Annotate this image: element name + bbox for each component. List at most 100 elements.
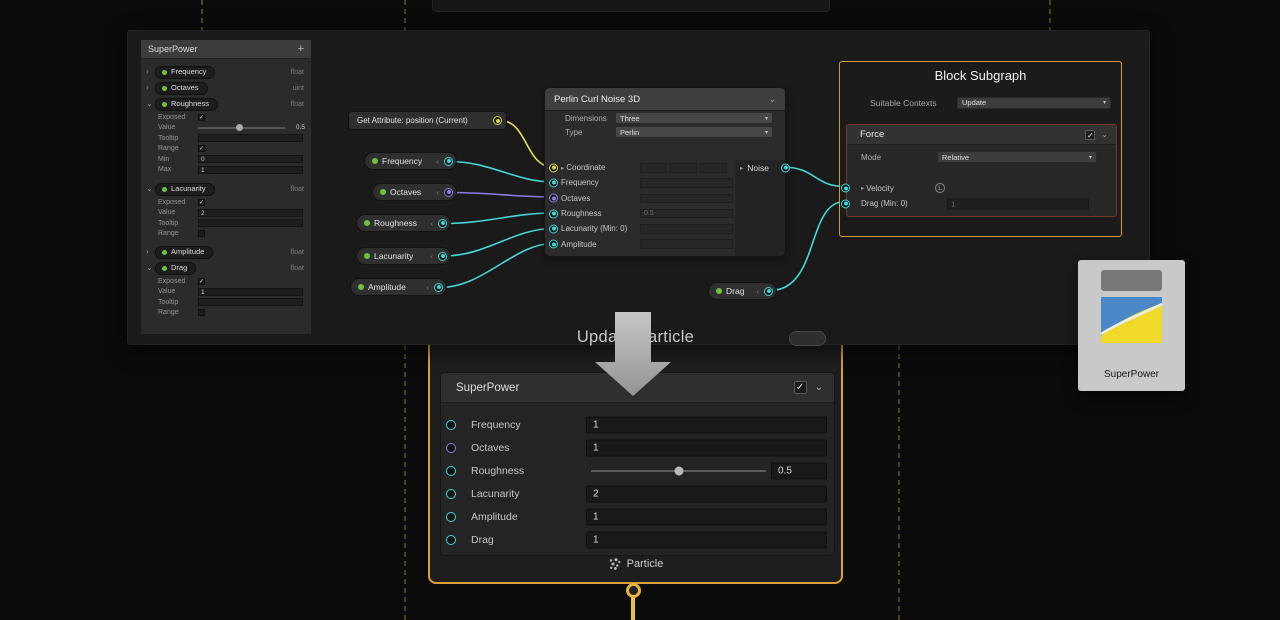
noise-output-port[interactable] <box>781 163 790 172</box>
param-node-octaves[interactable]: Octaves <box>372 183 457 201</box>
coordinate-z-field[interactable] <box>700 163 727 173</box>
amplitude-port[interactable] <box>446 512 456 522</box>
property-row-drag[interactable]: Drag float <box>141 260 311 276</box>
range-checkbox[interactable] <box>198 230 205 237</box>
collapse-arrow-icon[interactable] <box>146 100 155 108</box>
suitable-contexts-dropdown[interactable]: Update <box>957 97 1111 109</box>
exposed-checkbox[interactable] <box>198 199 205 206</box>
collapse-icon[interactable] <box>426 283 429 292</box>
collapse-icon[interactable] <box>430 252 433 261</box>
property-pill[interactable]: Drag <box>155 262 196 275</box>
octaves-port[interactable] <box>446 443 456 453</box>
lacunarity-port[interactable] <box>549 224 558 233</box>
param-node-lacunarity[interactable]: Lacunarity <box>356 247 451 265</box>
add-property-button[interactable]: + <box>298 43 304 55</box>
context-flow-port[interactable] <box>626 583 641 598</box>
property-row-frequency[interactable]: Frequency float <box>141 64 311 80</box>
drag-port[interactable] <box>841 199 850 208</box>
position-output-port[interactable] <box>493 116 502 125</box>
param-node-roughness[interactable]: Roughness <box>356 214 451 232</box>
velocity-port[interactable] <box>841 184 850 193</box>
min-field[interactable]: 0 <box>198 155 303 163</box>
frequency-field[interactable] <box>640 178 733 188</box>
subgraph-asset-thumbnail[interactable]: SuperPower <box>1078 260 1185 391</box>
property-pill[interactable]: Octaves <box>155 82 208 95</box>
roughness-port[interactable] <box>446 466 456 476</box>
force-block[interactable]: Force Mode Relative Velocity L Drag (Min… <box>846 124 1117 217</box>
superpower-block[interactable]: SuperPower Frequency 1 Octaves 1 Roughne <box>440 372 835 556</box>
block-subgraph-panel[interactable]: Block Subgraph Suitable Contexts Update … <box>839 61 1122 237</box>
output-port[interactable] <box>764 287 773 296</box>
tooltip-field[interactable] <box>198 134 303 142</box>
param-node-frequency[interactable]: Frequency <box>364 152 457 170</box>
coordinate-y-field[interactable] <box>670 163 697 173</box>
perlin-curl-noise-node[interactable]: Perlin Curl Noise 3D Dimensions Three Ty… <box>544 87 786 257</box>
expand-arrow-icon[interactable] <box>146 84 155 92</box>
force-enabled-checkbox[interactable] <box>1085 130 1095 140</box>
property-pill[interactable]: Lacunarity <box>155 183 215 196</box>
amplitude-port[interactable] <box>549 240 558 249</box>
mode-dropdown[interactable]: Relative <box>937 151 1097 163</box>
collapse-icon[interactable] <box>430 219 433 228</box>
max-field[interactable]: 1 <box>198 166 303 174</box>
value-field[interactable]: 1 <box>198 288 303 296</box>
block-enabled-checkbox[interactable] <box>794 381 807 394</box>
expand-arrow-icon[interactable] <box>146 68 155 76</box>
range-checkbox[interactable] <box>198 145 205 152</box>
coordinate-port[interactable] <box>549 163 558 172</box>
lacunarity-field[interactable] <box>640 224 733 234</box>
output-port[interactable] <box>444 157 453 166</box>
collapse-arrow-icon[interactable] <box>146 185 155 193</box>
output-port[interactable] <box>438 219 447 228</box>
particle-flow-anchor[interactable]: Particle <box>430 558 841 570</box>
chevron-down-icon[interactable] <box>815 382 823 393</box>
local-space-badge[interactable]: L <box>935 183 945 193</box>
amplitude-field[interactable]: 1 <box>586 508 827 525</box>
param-node-amplitude[interactable]: Amplitude <box>350 278 447 296</box>
roughness-port[interactable] <box>549 209 558 218</box>
tooltip-field[interactable] <box>198 298 303 306</box>
chevron-down-icon[interactable] <box>1101 130 1108 139</box>
dimensions-dropdown[interactable]: Three <box>615 112 773 124</box>
collapse-icon[interactable] <box>436 157 439 166</box>
property-pill[interactable]: Frequency <box>155 66 215 79</box>
drag-port[interactable] <box>446 535 456 545</box>
chevron-down-icon[interactable] <box>768 94 776 105</box>
output-port[interactable] <box>438 252 447 261</box>
tooltip-field[interactable] <box>198 219 303 227</box>
amplitude-field[interactable] <box>640 239 733 249</box>
octaves-port[interactable] <box>549 194 558 203</box>
frequency-field[interactable]: 1 <box>586 416 827 433</box>
drag-field[interactable]: 1 <box>586 531 827 548</box>
value-slider[interactable] <box>198 127 285 129</box>
get-attribute-node[interactable]: Get Attribute: position (Current) <box>348 111 507 130</box>
collapse-icon[interactable] <box>436 188 439 197</box>
octaves-field[interactable]: 1 <box>586 439 827 456</box>
coordinate-x-field[interactable] <box>640 163 667 173</box>
node-header[interactable]: Perlin Curl Noise 3D <box>545 88 785 111</box>
roughness-slider-thumb[interactable] <box>675 466 684 475</box>
expand-triangle-icon[interactable] <box>561 164 564 172</box>
property-row-roughness[interactable]: Roughness float <box>141 96 311 112</box>
force-block-header[interactable]: Force <box>847 125 1116 145</box>
property-pill[interactable]: Roughness <box>155 98 218 111</box>
property-row-octaves[interactable]: Octaves uint <box>141 80 311 96</box>
frequency-port[interactable] <box>549 178 558 187</box>
exposed-checkbox[interactable] <box>198 278 205 285</box>
collapse-arrow-icon[interactable] <box>146 264 155 272</box>
property-row-amplitude[interactable]: Amplitude float <box>141 244 311 260</box>
slider-thumb[interactable] <box>236 124 243 131</box>
property-pill[interactable]: Amplitude <box>155 246 213 259</box>
octaves-field[interactable] <box>640 194 733 204</box>
collapse-icon[interactable] <box>756 287 759 296</box>
type-dropdown[interactable]: Perlin <box>615 126 773 138</box>
roughness-field[interactable]: 0.5 <box>771 462 827 479</box>
roughness-field[interactable]: 0.5 <box>640 209 733 219</box>
expand-arrow-icon[interactable] <box>146 248 155 256</box>
output-port[interactable] <box>434 283 443 292</box>
lacunarity-port[interactable] <box>446 489 456 499</box>
output-port[interactable] <box>444 188 453 197</box>
param-node-drag[interactable]: Drag <box>708 282 777 300</box>
lacunarity-field[interactable]: 2 <box>586 485 827 502</box>
property-row-lacunarity[interactable]: Lacunarity float <box>141 181 311 197</box>
